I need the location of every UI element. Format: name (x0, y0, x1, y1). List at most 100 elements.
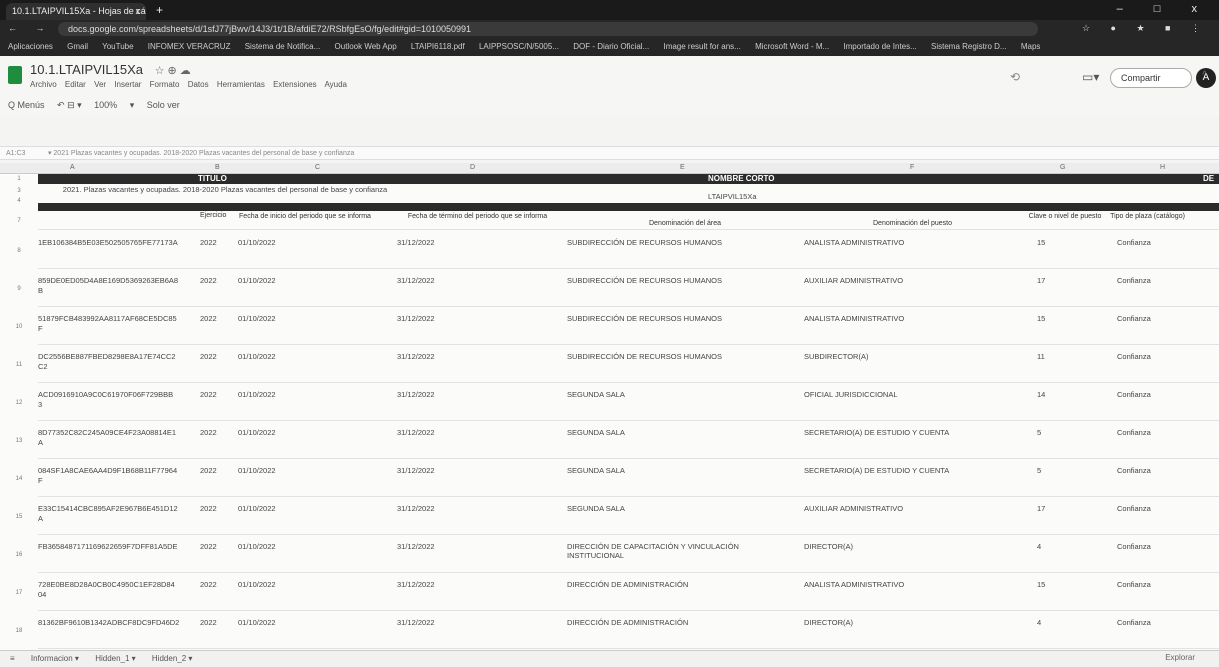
column-header[interactable]: F (910, 164, 914, 171)
row-number[interactable]: 14 (0, 476, 38, 482)
bookmark-item[interactable]: INFOMEX VERACRUZ (148, 42, 231, 51)
menus-search-button[interactable]: Q Menús (8, 100, 45, 110)
cell-fecha-inicio[interactable]: 01/10/2022 (238, 276, 276, 285)
cell-clave[interactable]: 11 (1037, 352, 1045, 361)
close-tab-icon[interactable]: x (136, 6, 141, 16)
cell-area[interactable]: SUBDIRECCIÓN DE RECURSOS HUMANOS (567, 314, 797, 323)
sheet-tab-informacion[interactable]: Informacion ▾ (31, 654, 79, 663)
cell-id-continued[interactable]: C2 (38, 362, 48, 371)
cell-id-continued[interactable]: F (38, 476, 43, 485)
column-header[interactable]: E (680, 164, 685, 171)
cell-fecha-inicio[interactable]: 01/10/2022 (238, 314, 276, 323)
cell-id[interactable]: 1EB106384B5E03E502505765FE77173A (38, 238, 178, 247)
cell-ejercicio[interactable]: 2022 (200, 466, 217, 475)
browser-tab[interactable]: 10.1.LTAIPVIL15Xa - Hojas de cá x (6, 3, 146, 20)
cell-fecha-termino[interactable]: 31/12/2022 (397, 504, 435, 513)
window-controls[interactable]: – □ x (1117, 3, 1211, 15)
row-number[interactable]: 13 (0, 438, 38, 444)
cell-puesto[interactable]: ANALISTA ADMINISTRATIVO (804, 238, 904, 247)
column-header[interactable]: C (315, 164, 320, 171)
row-number[interactable]: 3 (0, 188, 38, 194)
cell-clave[interactable]: 5 (1037, 466, 1041, 475)
cell-id[interactable]: FB3658487171169622659F7DFF81A5DE (38, 542, 178, 551)
column-header[interactable]: H (1160, 164, 1165, 171)
menu-extensiones[interactable]: Extensiones (273, 80, 317, 89)
cell-clave[interactable]: 15 (1037, 238, 1045, 247)
star-icon[interactable]: ☆ ⊕ ☁ (155, 65, 191, 77)
row-number[interactable]: 15 (0, 514, 38, 520)
cell-fecha-termino[interactable]: 31/12/2022 (397, 390, 435, 399)
cell-id[interactable]: ACD0916910A9C0C61970F06F729BBB (38, 390, 173, 399)
collapse-icon[interactable]: ^ (1202, 70, 1207, 81)
cell-clave[interactable]: 4 (1037, 618, 1041, 627)
bookmark-item[interactable]: Outlook Web App (335, 42, 397, 51)
cell-area[interactable]: SUBDIRECCIÓN DE RECURSOS HUMANOS (567, 352, 797, 361)
cell-ejercicio[interactable]: 2022 (200, 390, 217, 399)
row-number[interactable]: 1 (0, 176, 38, 182)
bookmark-item[interactable]: Importado de Intes... (843, 42, 916, 51)
cell-tipo[interactable]: Confianza (1117, 580, 1151, 589)
cell-fecha-inicio[interactable]: 01/10/2022 (238, 428, 276, 437)
cell-puesto[interactable]: ANALISTA ADMINISTRATIVO (804, 314, 904, 323)
bookmark-item[interactable]: Sistema de Notifica... (245, 42, 321, 51)
cell-fecha-termino[interactable]: 31/12/2022 (397, 238, 435, 247)
row-number[interactable]: 4 (0, 198, 38, 204)
cell-id[interactable]: 859DE0ED05D4A8E169D5369263EB6A8 (38, 276, 178, 285)
cell-area[interactable]: SEGUNDA SALA (567, 390, 797, 399)
cell-reference[interactable]: A1:C3 (6, 150, 46, 157)
sheet-grid[interactable]: 1 3 4 7 TITULO NOMBRE CORTO DE 2021. Pla… (0, 174, 1219, 650)
sheet-tab-hidden-1[interactable]: Hidden_1 ▾ (95, 654, 136, 663)
menu-archivo[interactable]: Archivo (30, 80, 57, 89)
cell-fecha-inicio[interactable]: 01/10/2022 (238, 504, 276, 513)
cell-clave[interactable]: 15 (1037, 314, 1045, 323)
new-tab-button[interactable]: + (156, 3, 163, 17)
cell-fecha-termino[interactable]: 31/12/2022 (397, 352, 435, 361)
cell-fecha-termino[interactable]: 31/12/2022 (397, 580, 435, 589)
row-number[interactable]: 10 (0, 324, 38, 330)
cell-puesto[interactable]: ANALISTA ADMINISTRATIVO (804, 580, 904, 589)
column-header[interactable]: D (470, 164, 475, 171)
header-tipo[interactable]: Tipo de plaza (catálogo) (1110, 213, 1185, 221)
cell-ejercicio[interactable]: 2022 (200, 428, 217, 437)
bookmark-item[interactable]: YouTube (102, 42, 133, 51)
cell-ejercicio[interactable]: 2022 (200, 314, 217, 323)
cell-tipo[interactable]: Confianza (1117, 618, 1151, 627)
bookmark-item[interactable]: Microsoft Word - M... (755, 42, 829, 51)
undo-print-button[interactable]: ↶ ⊟ ▾ (57, 100, 82, 110)
row-number[interactable]: 16 (0, 552, 38, 558)
cell-fecha-inicio[interactable]: 01/10/2022 (238, 390, 276, 399)
titulo-value[interactable]: 2021. Plazas vacantes y ocupadas. 2018-2… (60, 185, 390, 194)
explore-button[interactable]: Explorar (1165, 653, 1195, 662)
cell-area[interactable]: DIRECCIÓN DE CAPACITACIÓN Y VINCULACIÓN … (567, 542, 797, 560)
cell-puesto[interactable]: SUBDIRECTOR(A) (804, 352, 868, 361)
cell-fecha-termino[interactable]: 31/12/2022 (397, 618, 435, 627)
cell-id[interactable]: 81362BF9610B1342ADBCF8DC9FD46D2 (38, 618, 179, 627)
row-number[interactable]: 12 (0, 400, 38, 406)
cell-id-continued[interactable]: A (38, 514, 43, 523)
cell-area[interactable]: SUBDIRECCIÓN DE RECURSOS HUMANOS (567, 276, 797, 285)
cell-fecha-inicio[interactable]: 01/10/2022 (238, 618, 276, 627)
zoom-chevron-icon[interactable]: ▾ (130, 100, 135, 110)
cell-clave[interactable]: 5 (1037, 428, 1041, 437)
bookmark-item[interactable]: LTAIPI6118.pdf (411, 42, 465, 51)
cell-puesto[interactable]: OFICIAL JURISDICCIONAL (804, 390, 898, 399)
column-header[interactable]: B (215, 164, 220, 171)
cell-area[interactable]: SEGUNDA SALA (567, 428, 797, 437)
cell-tipo[interactable]: Confianza (1117, 276, 1151, 285)
cell-fecha-termino[interactable]: 31/12/2022 (397, 542, 435, 551)
cell-puesto[interactable]: SECRETARIO(A) DE ESTUDIO Y CUENTA (804, 428, 949, 437)
meet-icon[interactable]: ▭▾ (1082, 70, 1099, 84)
cell-id-continued[interactable]: 3 (38, 400, 42, 409)
cell-tipo[interactable]: Confianza (1117, 238, 1151, 247)
header-fecha-inicio[interactable]: Fecha de inicio del periodo que se infor… (225, 213, 385, 221)
row-number[interactable]: 17 (0, 590, 38, 596)
bookmark-item[interactable]: DOF - Diario Oficial... (573, 42, 649, 51)
cell-tipo[interactable]: Confianza (1117, 352, 1151, 361)
row-number[interactable]: 8 (0, 248, 38, 254)
doc-title[interactable]: 10.1.LTAIPVIL15Xa ☆ ⊕ ☁ (30, 62, 191, 77)
cell-area[interactable]: SEGUNDA SALA (567, 466, 797, 475)
cell-area[interactable]: DIRECCIÓN DE ADMINISTRACIÓN (567, 580, 797, 589)
sheet-tab-hidden-2[interactable]: Hidden_2 ▾ (152, 654, 193, 663)
bookmark-item[interactable]: Aplicaciones (8, 42, 53, 51)
cell-clave[interactable]: 14 (1037, 390, 1045, 399)
